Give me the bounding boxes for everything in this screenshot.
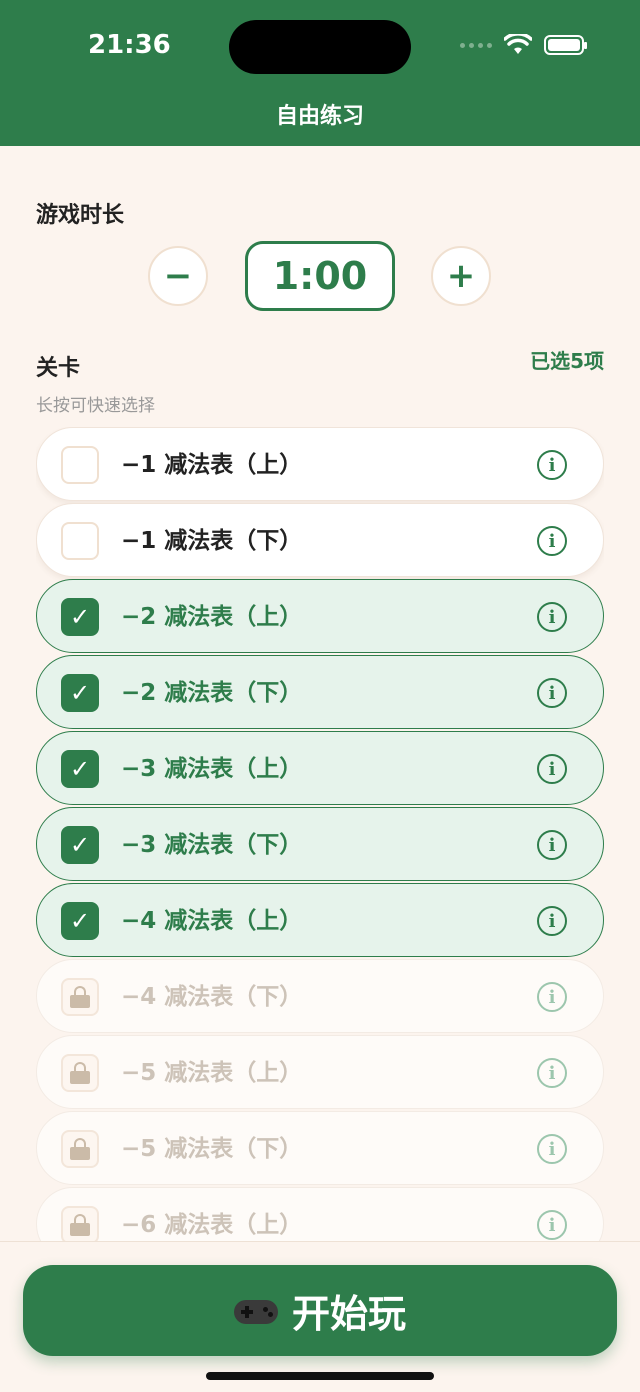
info-icon[interactable]: i — [537, 450, 567, 480]
increase-duration-button[interactable]: + — [431, 246, 491, 306]
level-label: −4 减法表（下） — [121, 984, 303, 1010]
level-item: −5 减法表（上） i — [36, 1035, 604, 1109]
status-icons — [460, 34, 587, 56]
info-icon[interactable]: i — [537, 678, 567, 708]
lock-icon — [61, 978, 99, 1016]
checkbox-unchecked[interactable] — [61, 522, 99, 560]
info-icon[interactable]: i — [537, 1058, 567, 1088]
wifi-icon — [504, 34, 532, 54]
level-label: −3 减法表（上） — [121, 756, 303, 782]
levels-section-title: 关卡 — [36, 356, 81, 381]
checkbox-checked[interactable]: ✓ — [61, 674, 99, 712]
info-icon[interactable]: i — [537, 526, 567, 556]
level-item[interactable]: ✓ −3 减法表（上） i — [36, 731, 604, 805]
level-item[interactable]: ✓ −2 减法表（上） i — [36, 579, 604, 653]
info-icon[interactable]: i — [537, 906, 567, 936]
level-label: −6 减法表（上） — [121, 1212, 303, 1238]
level-label: −2 减法表（下） — [121, 680, 303, 706]
info-icon[interactable]: i — [537, 754, 567, 784]
level-list[interactable]: −1 减法表（上） i −1 减法表（下） i ✓ −2 减法表（上） i ✓ −2 减法表（下… — [36, 427, 604, 1241]
battery-icon — [544, 35, 587, 55]
header-bar: 21:36 自由练习 — [0, 0, 640, 146]
duration-section-title: 游戏时长 — [36, 203, 125, 228]
dynamic-island — [229, 20, 411, 74]
level-item: −5 减法表（下） i — [36, 1111, 604, 1185]
checkbox-unchecked[interactable] — [61, 446, 99, 484]
status-time: 21:36 — [88, 30, 171, 60]
checkbox-checked[interactable]: ✓ — [61, 826, 99, 864]
level-item[interactable]: −1 减法表（上） i — [36, 427, 604, 501]
start-play-label: 开始玩 — [291, 1292, 406, 1336]
level-label: −3 减法表（下） — [121, 832, 303, 858]
duration-value: 1:00 — [245, 241, 395, 311]
level-item[interactable]: −1 减法表（下） i — [36, 503, 604, 577]
level-label: −5 减法表（上） — [121, 1060, 303, 1086]
page-title: 自由练习 — [275, 104, 364, 129]
info-icon[interactable]: i — [537, 1134, 567, 1164]
level-label: −1 减法表（下） — [121, 528, 303, 554]
lock-icon — [61, 1054, 99, 1092]
checkbox-checked[interactable]: ✓ — [61, 598, 99, 636]
signal-icon — [460, 42, 492, 48]
level-item[interactable]: ✓ −3 减法表（下） i — [36, 807, 604, 881]
level-label: −1 减法表（上） — [121, 452, 303, 478]
info-icon[interactable]: i — [537, 1210, 567, 1240]
game-controller-icon — [233, 1296, 278, 1326]
level-item: −4 减法表（下） i — [36, 959, 604, 1033]
home-indicator — [206, 1372, 434, 1380]
checkbox-checked[interactable]: ✓ — [61, 902, 99, 940]
level-item[interactable]: ✓ −4 减法表（上） i — [36, 883, 604, 957]
selected-count: 已选5项 — [530, 349, 604, 373]
info-icon[interactable]: i — [537, 982, 567, 1012]
info-icon[interactable]: i — [537, 602, 567, 632]
level-item: −6 减法表（上） i — [36, 1187, 604, 1241]
lock-icon — [61, 1130, 99, 1168]
info-icon[interactable]: i — [537, 830, 567, 860]
level-item[interactable]: ✓ −2 减法表（下） i — [36, 655, 604, 729]
long-press-hint: 长按可快速选择 — [36, 396, 155, 416]
checkbox-checked[interactable]: ✓ — [61, 750, 99, 788]
decrease-duration-button[interactable]: − — [148, 246, 208, 306]
lock-icon — [61, 1206, 99, 1241]
level-label: −5 减法表（下） — [121, 1136, 303, 1162]
start-play-button[interactable]: 开始玩 — [23, 1265, 617, 1356]
level-label: −2 减法表（上） — [121, 604, 303, 630]
level-label: −4 减法表（上） — [121, 908, 303, 934]
